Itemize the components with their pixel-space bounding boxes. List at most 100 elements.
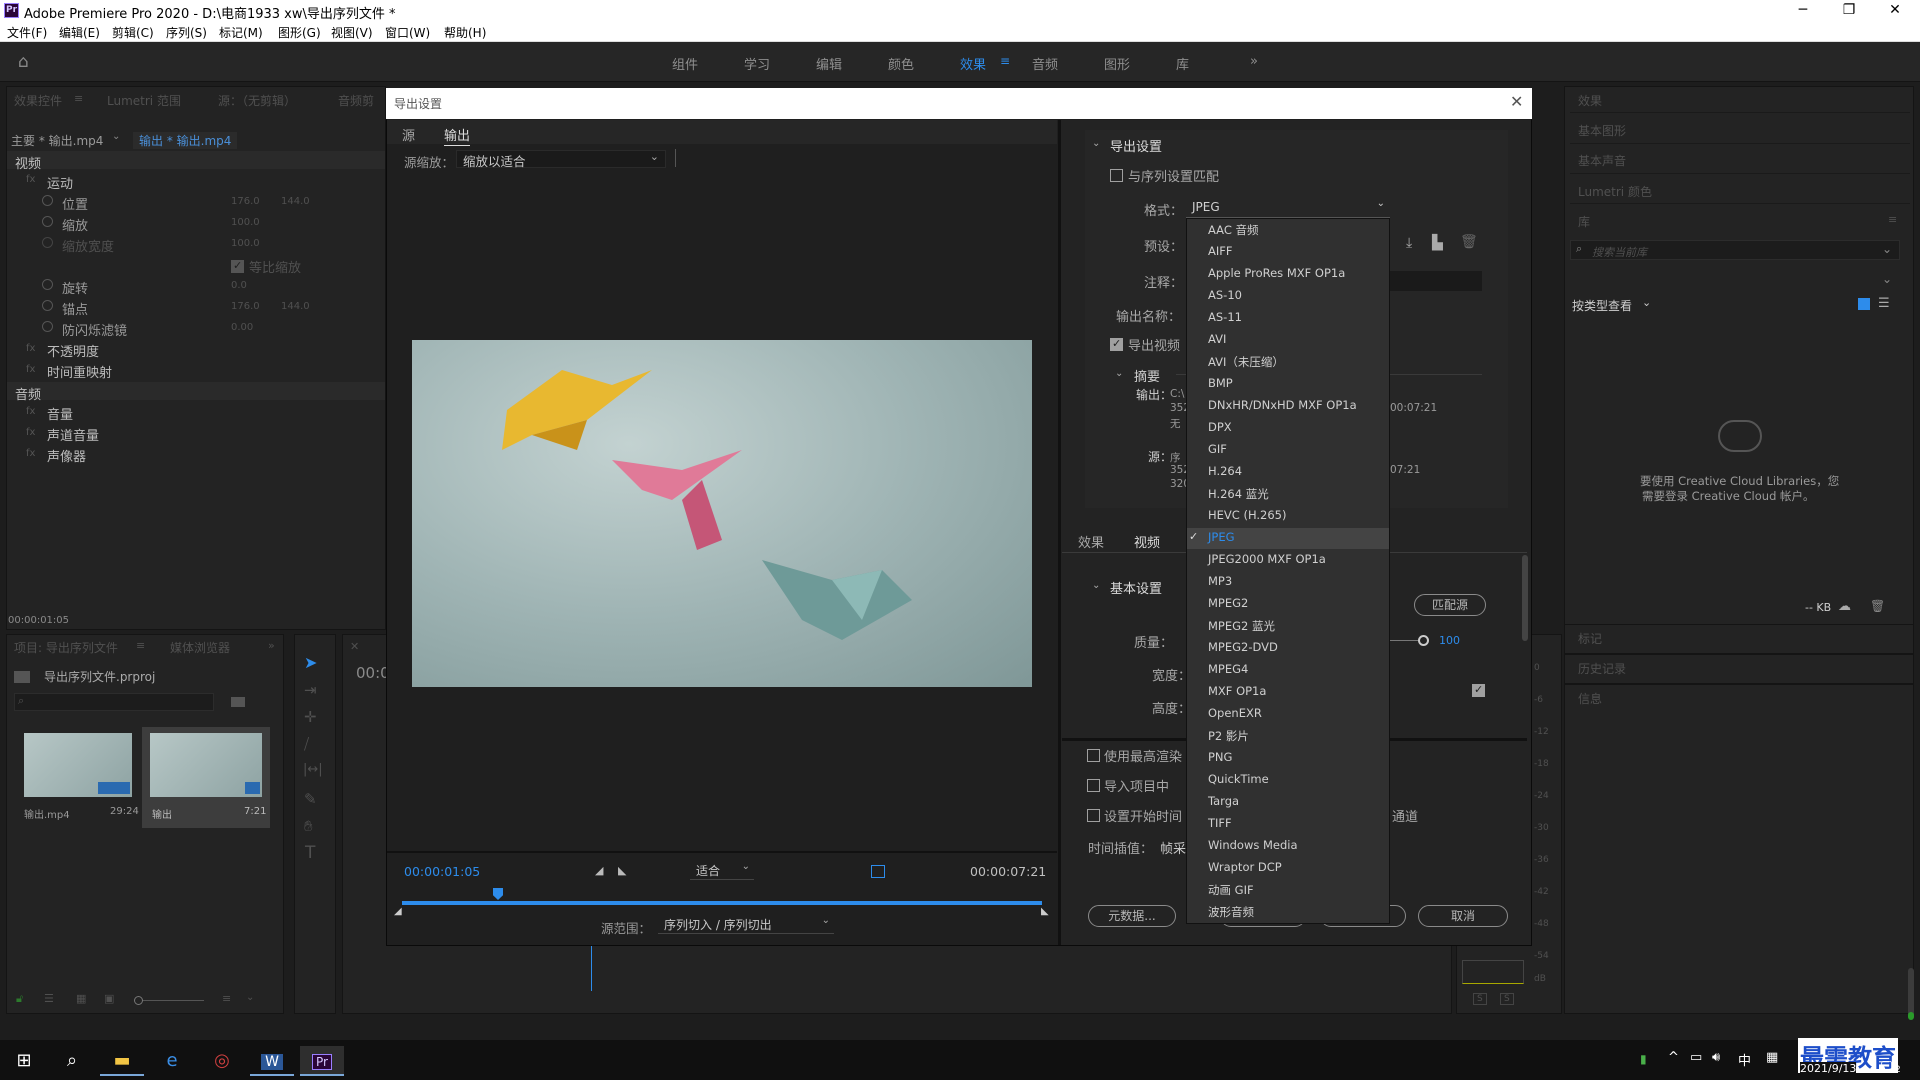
razor-tool-icon[interactable]: ⧸	[304, 735, 309, 753]
panel-lumetri-color[interactable]: Lumetri 颜色	[1578, 183, 1652, 200]
panel-menu-icon[interactable]: ≡	[136, 639, 145, 652]
tab-source[interactable]: 源：（无剪辑）	[218, 92, 296, 109]
format-option[interactable]: JPEG2000 MXF OP1a	[1208, 552, 1326, 566]
rotation-value[interactable]: 0.0	[231, 280, 247, 291]
menu-window[interactable]: 窗口(W)	[385, 24, 430, 41]
metadata-button[interactable]: 元数据...	[1088, 905, 1176, 927]
format-option[interactable]: MP3	[1208, 574, 1232, 588]
panel-essential-sound[interactable]: 基本声音	[1578, 152, 1626, 169]
position-y[interactable]: 144.0	[281, 196, 310, 207]
format-option[interactable]: MPEG4	[1208, 662, 1248, 676]
format-option[interactable]: MPEG2	[1208, 596, 1248, 610]
format-select[interactable]: JPEG ⌄	[1186, 198, 1390, 218]
workspace-color[interactable]: 颜色	[888, 54, 914, 73]
zoom-slider-handle[interactable]	[134, 996, 143, 1005]
restore-icon[interactable]: ❐	[1826, 0, 1872, 22]
edge-icon[interactable]: e	[150, 1046, 194, 1076]
sort-icon[interactable]: ≡	[222, 992, 231, 1005]
panel-markers[interactable]: 标记	[1578, 630, 1602, 647]
stopwatch-icon[interactable]	[42, 321, 53, 332]
position-x[interactable]: 176.0	[231, 196, 260, 207]
tab-audio[interactable]: 音频剪	[338, 92, 374, 109]
format-option[interactable]: AVI	[1208, 332, 1226, 346]
workspace-audio[interactable]: 音频	[1032, 54, 1058, 73]
timeline-playhead[interactable]	[591, 946, 592, 991]
list-view-icon[interactable]: ☰	[1878, 296, 1890, 311]
app-icon[interactable]: ◎	[200, 1046, 244, 1076]
panel-menu-icon[interactable]: ≡	[1888, 213, 1897, 226]
anchor-y[interactable]: 144.0	[281, 301, 310, 312]
save-preset-icon[interactable]: ⤓	[1406, 235, 1412, 251]
format-option[interactable]: AVI（未压缩）	[1208, 354, 1284, 370]
tab-lumetri-scopes[interactable]: Lumetri 范围	[107, 92, 181, 109]
icon-view-icon[interactable]: ▦	[76, 992, 86, 1005]
scale-width-value[interactable]: 100.0	[231, 238, 260, 249]
type-tool-icon[interactable]: T	[305, 843, 315, 863]
chevron-down-icon[interactable]: ⌄	[1882, 242, 1892, 256]
notification-icon[interactable]: ▢	[1880, 1058, 1893, 1074]
view-by-type-dropdown[interactable]: 按类型查看	[1572, 297, 1632, 314]
tab-video-settings[interactable]: 视频	[1134, 532, 1161, 553]
aspect-ratio-icon[interactable]	[871, 865, 885, 878]
keyboard-icon[interactable]: ▦	[1766, 1050, 1778, 1065]
chevron-down-icon[interactable]: ⌄	[1115, 368, 1123, 379]
format-option-selected[interactable]: JPEG	[1208, 530, 1235, 544]
fx-icon[interactable]: fx	[26, 448, 35, 459]
set-in-point-icon[interactable]: ◢	[595, 864, 603, 877]
source-scaling-select[interactable]: 缩放以适合 ⌄	[456, 150, 666, 169]
export-video-checkbox[interactable]	[1110, 337, 1123, 351]
format-option[interactable]: Targa	[1208, 794, 1239, 808]
panel-essential-graphics[interactable]: 基本图形	[1578, 122, 1626, 139]
format-option[interactable]: AAC 音频	[1208, 222, 1259, 238]
stopwatch-icon[interactable]	[42, 279, 53, 290]
effect-volume[interactable]: 音量	[47, 404, 73, 423]
premiere-taskbar-icon[interactable]: Pr	[300, 1046, 344, 1076]
format-option[interactable]: 动画 GIF	[1208, 882, 1254, 898]
pen-tool-icon[interactable]: ✎	[304, 790, 317, 808]
search-icon[interactable]: ⌕	[50, 1046, 94, 1076]
effect-opacity[interactable]: 不透明度	[47, 341, 99, 360]
panel-effects[interactable]: 效果	[1578, 92, 1602, 109]
tab-media-browser[interactable]: 媒体浏览器	[170, 639, 230, 656]
chevron-down-icon[interactable]: ⌄	[112, 131, 120, 142]
format-option[interactable]: 波形音频	[1208, 904, 1254, 920]
ripple-edit-tool-icon[interactable]: ✛	[304, 708, 317, 726]
import-preset-icon[interactable]: ▙	[1432, 235, 1443, 251]
panel-libraries[interactable]: 库	[1578, 213, 1590, 230]
in-point-handle[interactable]: ◢	[394, 906, 402, 917]
trash-icon[interactable]: 🗑︎	[1460, 234, 1478, 250]
tab-source-preview[interactable]: 源	[402, 125, 415, 144]
fx-icon[interactable]: fx	[26, 427, 35, 438]
zoom-slider[interactable]	[134, 1000, 204, 1001]
effect-controls-timecode[interactable]: 00:00:01:05	[8, 615, 69, 626]
scale-value[interactable]: 100.0	[231, 217, 260, 228]
close-tab-icon[interactable]: ✕	[350, 640, 359, 653]
format-option[interactable]: PNG	[1208, 750, 1232, 764]
set-out-point-icon[interactable]: ◣	[618, 864, 626, 877]
workspace-menu-icon[interactable]: ≡	[1000, 54, 1010, 68]
solo-left-button[interactable]: S	[1473, 993, 1487, 1005]
tab-output-preview[interactable]: 输出	[444, 125, 471, 146]
tab-effects-settings[interactable]: 效果	[1078, 532, 1104, 551]
format-option[interactable]: MXF OP1a	[1208, 684, 1266, 698]
source-range-select[interactable]: 序列切入 / 序列切出 ⌄	[658, 915, 834, 934]
match-source-button[interactable]: 匹配源	[1414, 594, 1486, 616]
quality-value[interactable]: 100	[1439, 634, 1460, 647]
workspace-libraries[interactable]: 库	[1176, 54, 1189, 73]
selection-tool-icon[interactable]: ➤	[304, 653, 317, 672]
format-option[interactable]: H.264 蓝光	[1208, 486, 1269, 502]
format-option[interactable]: P2 影片	[1208, 728, 1249, 744]
volume-icon[interactable]: 🔊︎	[1712, 1050, 1720, 1065]
effect-channel-volume[interactable]: 声道音量	[47, 425, 99, 444]
stopwatch-icon[interactable]	[42, 237, 53, 248]
anchor-x[interactable]: 176.0	[231, 301, 260, 312]
fx-icon[interactable]: fx	[26, 343, 35, 354]
slip-tool-icon[interactable]: |↔|	[303, 762, 323, 777]
uniform-scale-checkbox[interactable]	[231, 259, 244, 273]
format-option[interactable]: MPEG2-DVD	[1208, 640, 1278, 654]
word-icon[interactable]: W	[250, 1046, 294, 1076]
effect-motion[interactable]: 运动	[47, 173, 73, 192]
fit-select[interactable]: 适合 ⌄	[690, 861, 754, 880]
format-option[interactable]: Windows Media	[1208, 838, 1298, 852]
time-interpolation-select[interactable]: 帧采	[1160, 838, 1186, 857]
